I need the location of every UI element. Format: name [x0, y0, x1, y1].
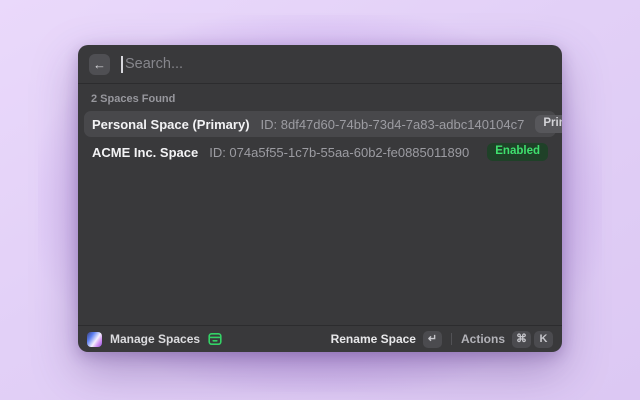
text-caret	[121, 56, 123, 73]
actions-menu-button[interactable]: Actions ⌘ K	[461, 331, 553, 348]
command-key-icon: ⌘	[512, 331, 531, 348]
return-key-icon: ↵	[423, 331, 442, 348]
badges: Primary Enabled	[535, 115, 562, 134]
list-item-personal-space[interactable]: Personal Space (Primary) ID: 8df47d60-74…	[84, 111, 556, 137]
back-arrow-icon: ←	[93, 58, 106, 71]
list-item-acme-space[interactable]: ACME Inc. Space ID: 074a5f55-1c7b-55aa-6…	[84, 139, 556, 165]
search-input[interactable]	[125, 56, 551, 72]
back-button[interactable]: ←	[89, 54, 110, 75]
badges: Enabled	[487, 143, 548, 162]
results-list: 2 Spaces Found Personal Space (Primary) …	[78, 84, 562, 325]
space-title: Personal Space (Primary)	[92, 117, 250, 132]
footer-bar: Manage Spaces Rename Space ↵ Actions ⌘ K	[78, 325, 562, 352]
space-id: ID: 074a5f55-1c7b-55aa-60b2-fe0885011890	[209, 145, 469, 160]
spaces-extension-icon	[87, 332, 102, 347]
search-bar: ←	[78, 45, 562, 84]
actions-shortcut: ⌘ K	[512, 331, 553, 348]
primary-badge: Primary	[535, 115, 562, 134]
footer-divider	[451, 333, 452, 345]
command-palette-window: ← 2 Spaces Found Personal Space (Primary…	[78, 45, 562, 352]
k-key-icon: K	[534, 331, 553, 348]
enabled-badge: Enabled	[487, 143, 548, 162]
space-title: ACME Inc. Space	[92, 145, 198, 160]
rename-space-button[interactable]: Rename Space ↵	[331, 331, 442, 348]
section-header: 2 Spaces Found	[84, 84, 556, 111]
footer-actions: Rename Space ↵ Actions ⌘ K	[331, 331, 553, 348]
green-drive-icon	[208, 332, 222, 346]
rename-space-label: Rename Space	[331, 332, 416, 346]
extension-title: Manage Spaces	[110, 332, 200, 346]
space-id: ID: 8df47d60-74bb-73d4-7a83-adbc140104c7	[261, 117, 525, 132]
actions-label: Actions	[461, 332, 505, 346]
